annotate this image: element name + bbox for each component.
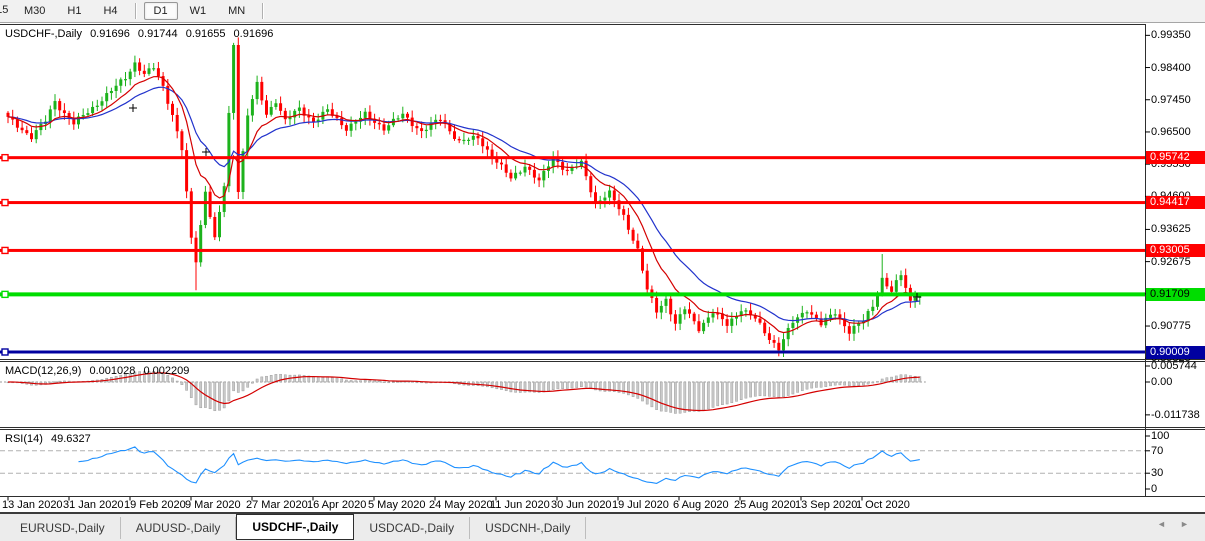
timeframe-button-m15[interactable]: M15 [0, 3, 11, 19]
date-tick-label: 27 Mar 2020 [246, 499, 308, 511]
rsi-label-line: RSI(14) 49.6327 [5, 433, 96, 445]
rsi-label: RSI(14) [5, 433, 43, 445]
ohlc-low: 0.91655 [186, 28, 226, 40]
macd-label: MACD(12,26,9) [5, 365, 81, 377]
price-level-badge-0.94417: 0.94417 [1146, 196, 1205, 209]
price-level-badge-0.90009: 0.90009 [1146, 346, 1205, 359]
ohlc-high: 0.91744 [138, 28, 178, 40]
rsi-pane[interactable] [0, 430, 1145, 496]
price-tick-label: 0.92675 [1151, 256, 1191, 268]
tab-usdchf-daily[interactable]: USDCHF-,Daily [236, 514, 354, 540]
rsi-axis-label: 100 [1151, 430, 1169, 442]
tab-eurusd-daily[interactable]: EURUSD-,Daily [5, 517, 121, 539]
date-tick-label: 6 Aug 2020 [673, 499, 729, 511]
toolbar-separator [262, 3, 264, 19]
date-tick-label: 19 Jul 2020 [612, 499, 669, 511]
rsi-axis-label: 70 [1151, 445, 1163, 457]
macd-axis-label: 0.005744 [1151, 360, 1197, 372]
macd-axis-label: 0.00 [1151, 376, 1172, 388]
timeframe-button-mn[interactable]: MN [218, 2, 255, 20]
rsi-value: 49.6327 [51, 433, 91, 445]
price-level-badge-0.95742: 0.95742 [1146, 151, 1205, 164]
price-level-badge-0.93005: 0.93005 [1146, 244, 1205, 257]
price-tick-label: 0.96500 [1151, 126, 1191, 138]
macd-label-line: MACD(12,26,9) 0.001028 0.002209 [5, 365, 194, 377]
timeframe-button-h4[interactable]: H4 [93, 2, 127, 20]
rsi-axis-label: 0 [1151, 483, 1157, 495]
ohlc-open: 0.91696 [90, 28, 130, 40]
date-tick-label: 25 Aug 2020 [734, 499, 796, 511]
date-tick-label: 31 Jan 2020 [63, 499, 124, 511]
tab-audusd-daily[interactable]: AUDUSD-,Daily [121, 517, 237, 539]
tab-scroll-right-icon[interactable]: ► [1180, 519, 1189, 529]
chart-title-line: USDCHF-,Daily 0.91696 0.91744 0.91655 0.… [5, 28, 278, 40]
macd-value: 0.001028 [89, 365, 135, 377]
main-chart-pane[interactable] [0, 25, 1145, 359]
timeframe-button-label: M15 [0, 4, 8, 16]
price-tick-label: 0.93625 [1151, 223, 1191, 235]
terminal-window: M15 M30H1H4 D1W1MN USDCHF-,Daily 0.91696 0… [0, 0, 1205, 541]
date-tick-label: 13 Jan 2020 [2, 499, 63, 511]
price-tick-label: 0.90775 [1151, 320, 1191, 332]
price-tick-label: 0.97450 [1151, 94, 1191, 106]
tab-scroll-left-icon[interactable]: ◄ [1157, 519, 1166, 529]
tab-usdcad-daily[interactable]: USDCAD-,Daily [354, 517, 470, 539]
ohlc-close: 0.91696 [234, 28, 274, 40]
timeframe-button-w1[interactable]: W1 [180, 2, 217, 20]
date-tick-label: 5 May 2020 [368, 499, 425, 511]
date-tick-label: 9 Mar 2020 [185, 499, 241, 511]
date-tick-label: 11 Jun 2020 [490, 499, 550, 511]
date-tick-label: 30 Jun 2020 [551, 499, 612, 511]
toolbar-separator [135, 3, 137, 19]
rsi-axis-label: 30 [1151, 467, 1163, 479]
timeframe-button-m30[interactable]: M30 [14, 2, 55, 20]
macd-signal-value: 0.002209 [143, 365, 189, 377]
macd-axis-label: -0.011738 [1151, 409, 1200, 421]
timeframe-button-h1[interactable]: H1 [57, 2, 91, 20]
symbol-tab-bar: EURUSD-,DailyAUDUSD-,DailyUSDCHF-,DailyU… [0, 512, 1205, 541]
symbol-title: USDCHF-,Daily [5, 28, 82, 40]
timeframe-toolbar: M15 M30H1H4 D1W1MN [0, 0, 1205, 23]
date-tick-label: 24 May 2020 [429, 499, 493, 511]
date-tick-label: 19 Feb 2020 [124, 499, 186, 511]
date-tick-label: 13 Sep 2020 [795, 499, 857, 511]
tab-usdcnh-daily[interactable]: USDCNH-,Daily [470, 517, 586, 539]
date-tick-label: 16 Apr 2020 [307, 499, 366, 511]
date-tick-label: 1 Oct 2020 [856, 499, 910, 511]
price-tick-label: 0.99350 [1151, 29, 1191, 41]
price-level-badge-0.91709: 0.91709 [1146, 288, 1205, 301]
price-tick-label: 0.98400 [1151, 62, 1191, 74]
timeframe-button-d1[interactable]: D1 [144, 2, 178, 20]
